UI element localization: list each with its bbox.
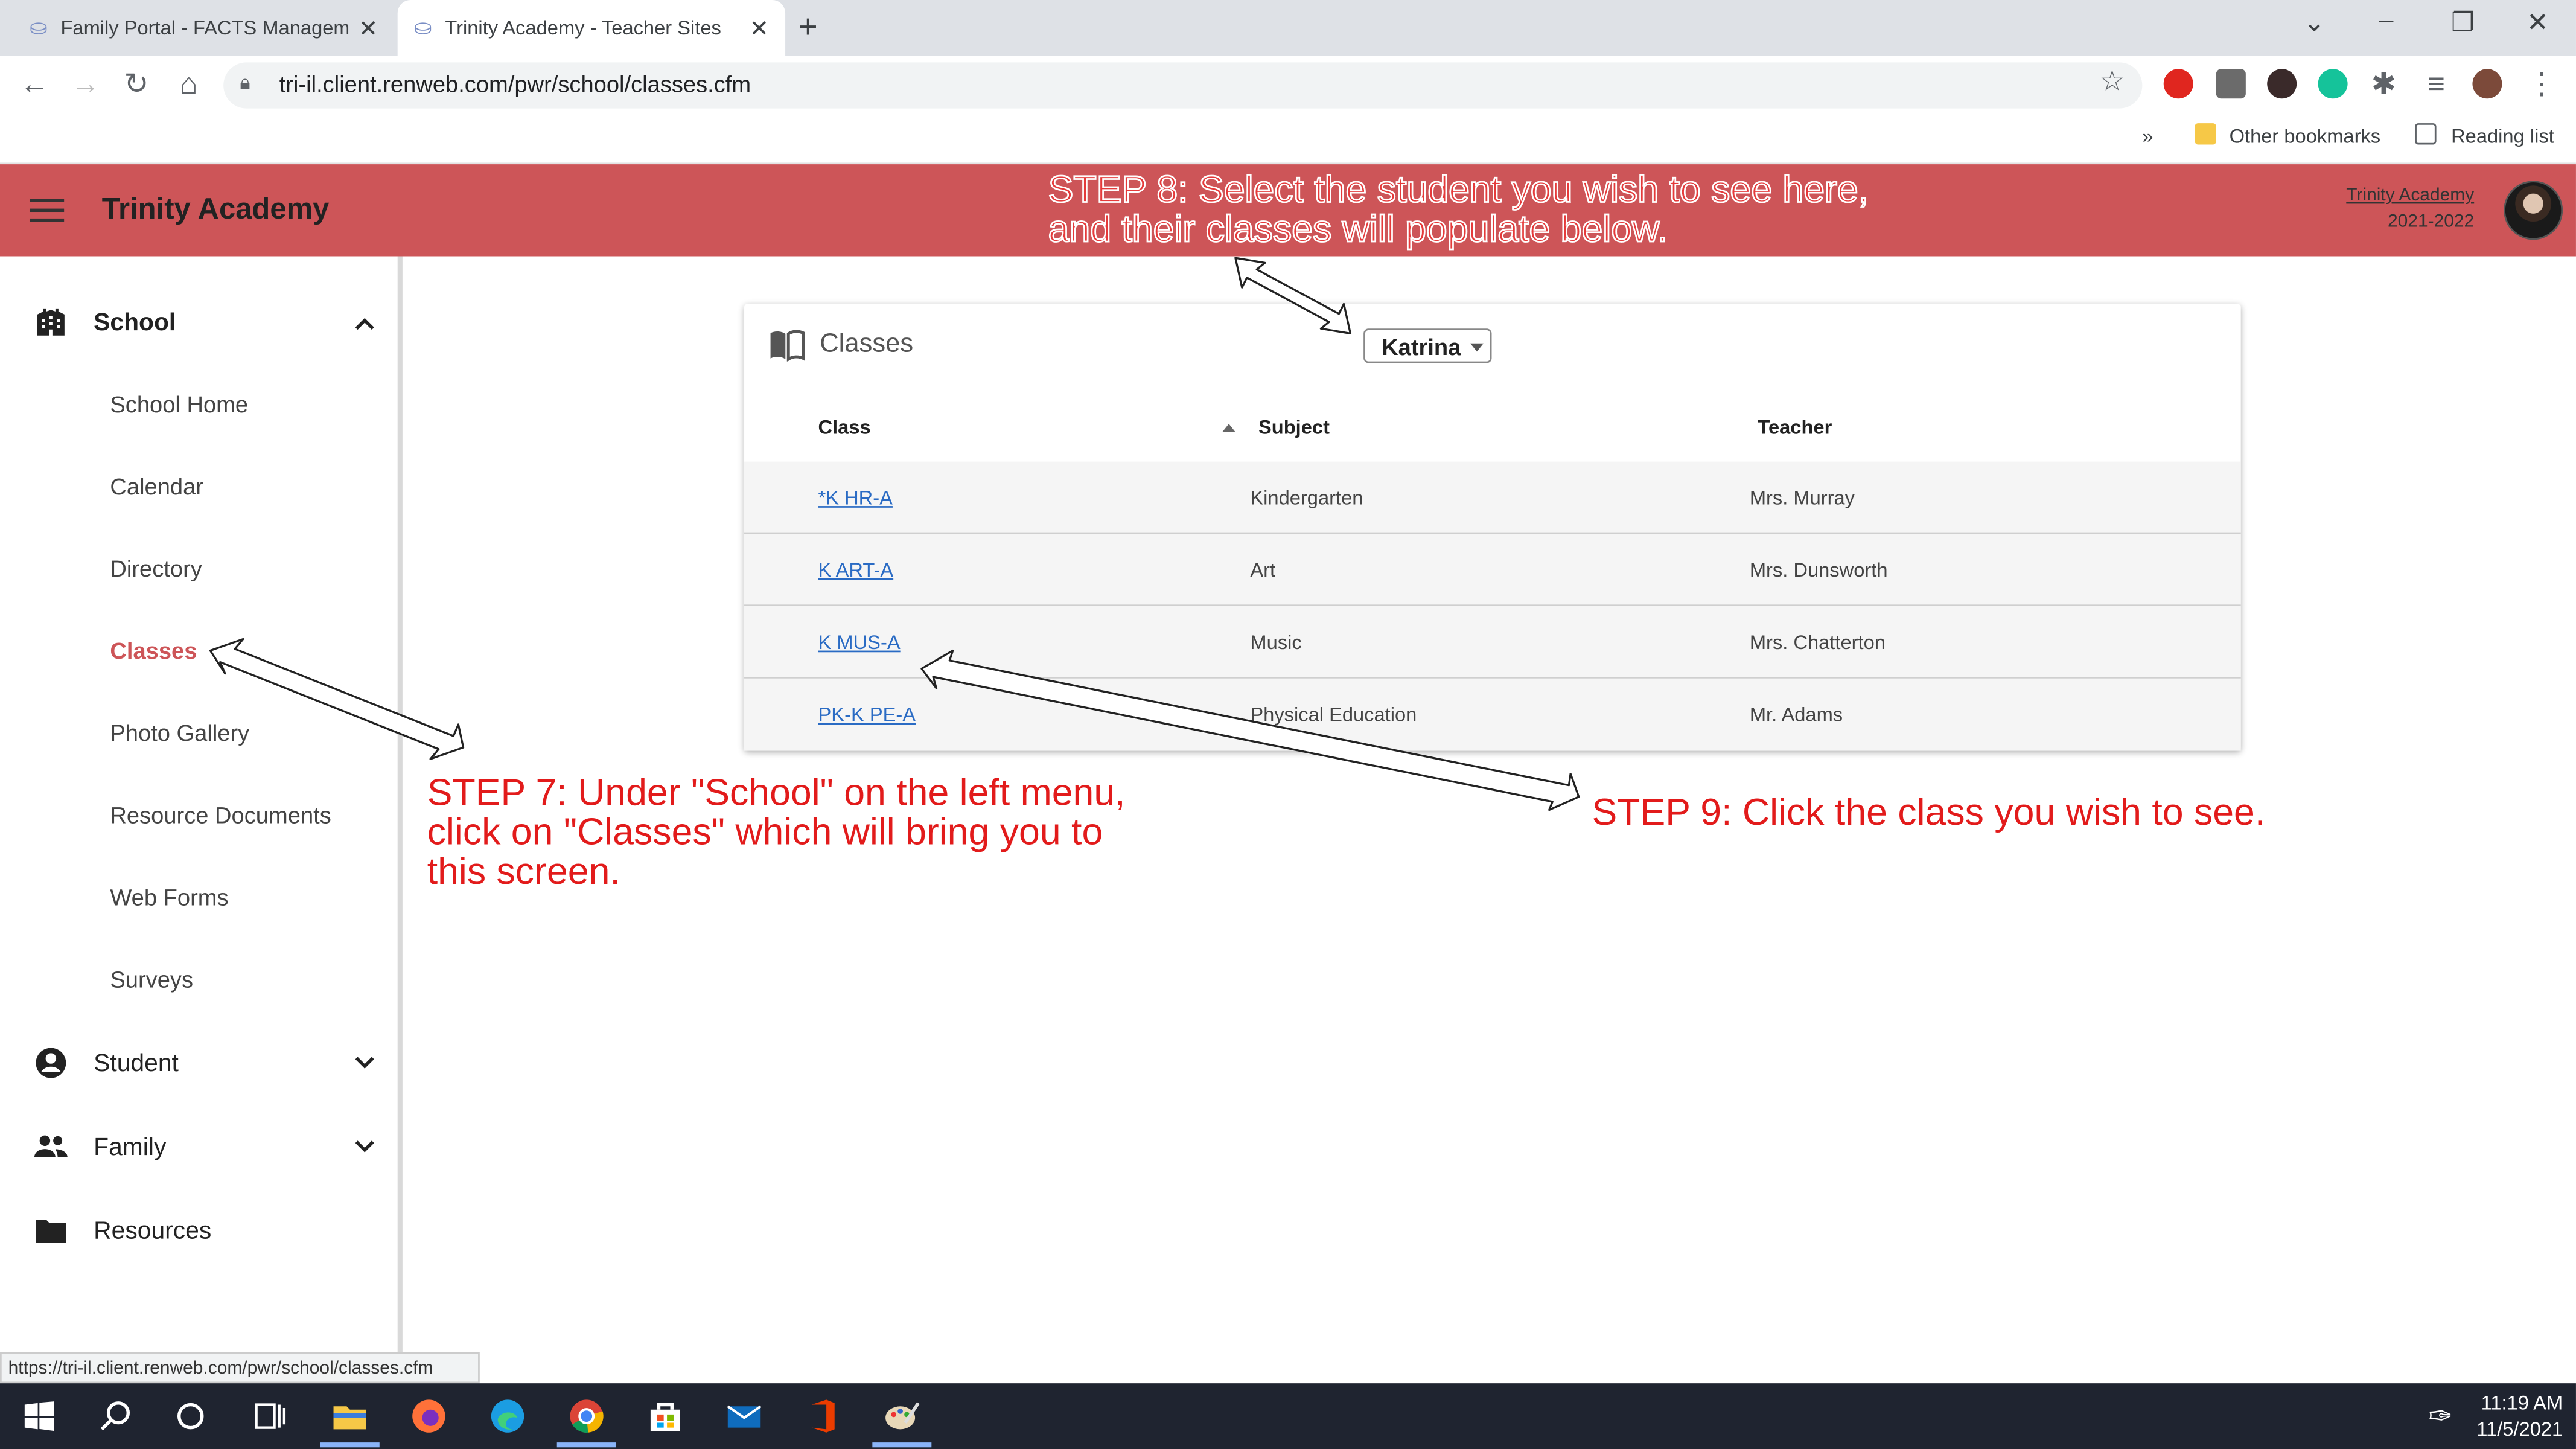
- taskbar-active-indicator: [872, 1442, 932, 1448]
- search-icon[interactable]: [95, 1396, 135, 1436]
- edge-icon[interactable]: [488, 1396, 527, 1436]
- annotation-line: STEP 8: Select the student you wish to s…: [1047, 167, 1869, 211]
- annotation-step8: STEP 8: Select the student you wish to s…: [1047, 167, 1869, 250]
- taskbar-active-indicator: [556, 1442, 616, 1448]
- cortana-icon[interactable]: [171, 1396, 210, 1436]
- task-view-icon[interactable]: [250, 1396, 289, 1436]
- annotation-arrow-step7: [209, 638, 465, 760]
- taskbar-active-indicator: [320, 1442, 380, 1448]
- clock-date: 11/5/2021: [2476, 1418, 2563, 1441]
- windows-start-icon[interactable]: [20, 1396, 59, 1436]
- annotation-line: and their classes will populate below.: [1047, 206, 1668, 250]
- firefox-icon[interactable]: [409, 1396, 448, 1436]
- clock-time: 11:19 AM: [2481, 1391, 2563, 1415]
- annotation-line: STEP 7: Under "School" on the left menu,: [427, 770, 1126, 813]
- annotation-arrow-step8: [1234, 257, 1352, 335]
- annotation-line: click on "Classes" which will bring you …: [427, 810, 1103, 853]
- microsoft-store-icon[interactable]: [646, 1396, 685, 1436]
- pen-icon[interactable]: ✑: [2428, 1399, 2453, 1434]
- annotation-step7: STEP 7: Under "School" on the left menu,…: [427, 772, 1126, 891]
- taskbar-clock[interactable]: 11:19 AM 11/5/2021: [2464, 1390, 2563, 1442]
- file-explorer-icon[interactable]: [330, 1396, 369, 1436]
- paint-icon[interactable]: [882, 1396, 922, 1436]
- chrome-icon[interactable]: [567, 1396, 606, 1436]
- office-icon[interactable]: [803, 1396, 843, 1436]
- windows-taskbar: [0, 1383, 2576, 1449]
- mail-icon[interactable]: [724, 1396, 764, 1436]
- annotation-step9: STEP 9: Click the class you wish to see.: [1592, 790, 2266, 833]
- annotation-line: this screen.: [427, 849, 620, 892]
